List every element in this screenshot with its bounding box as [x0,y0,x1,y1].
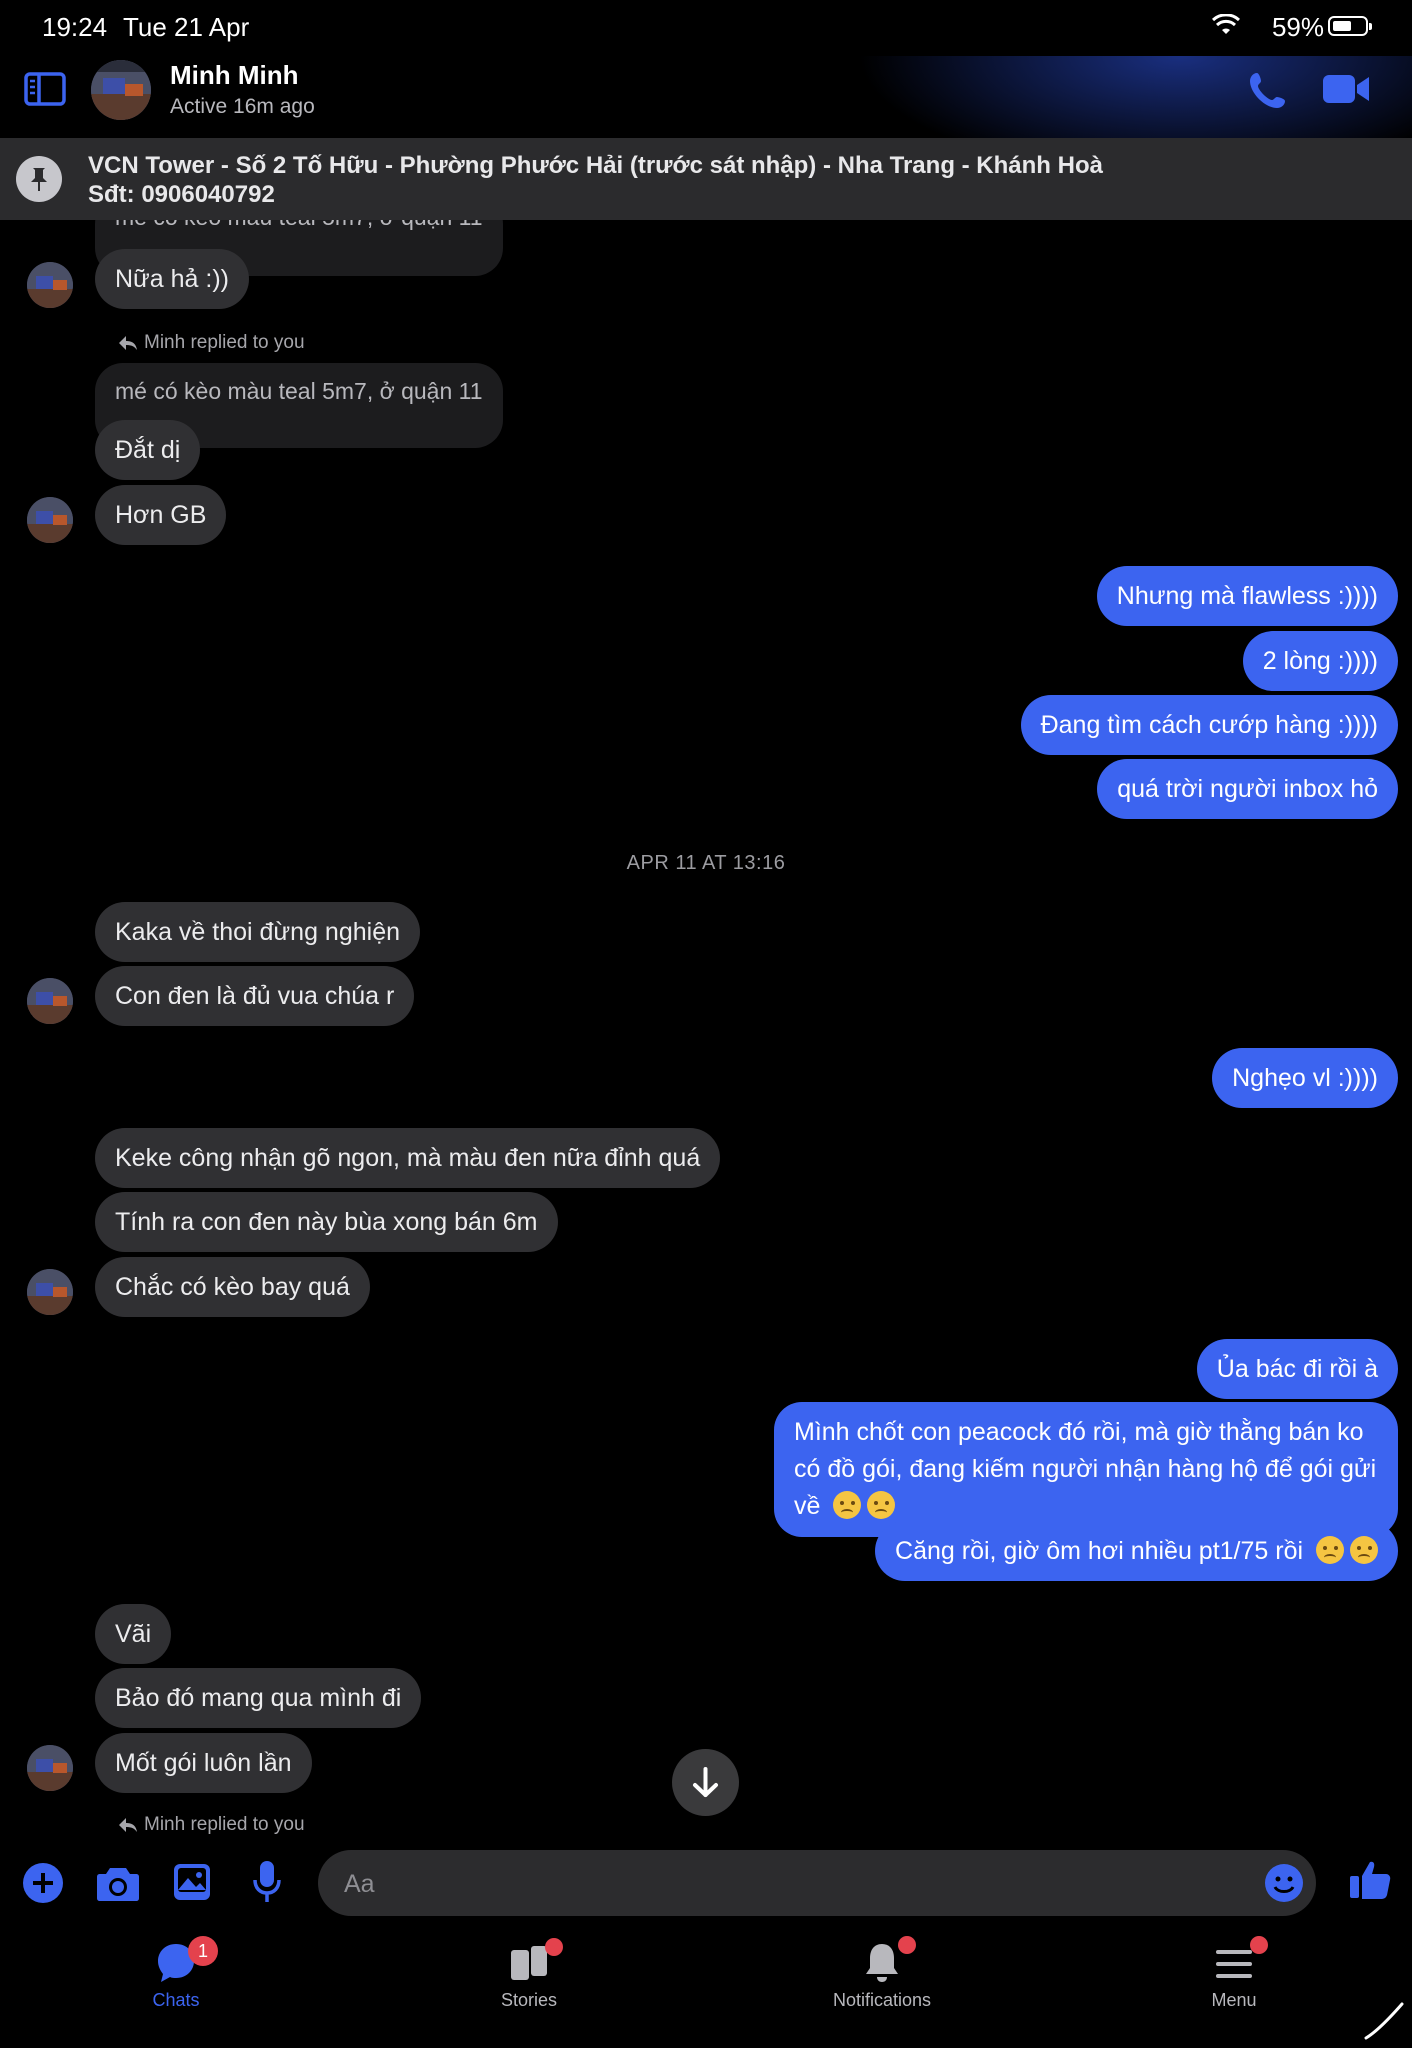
message-input-container [318,1850,1316,1918]
incoming-message[interactable]: Mốt gói luôn lần [95,1733,312,1793]
crying-emoji-icon [1350,1536,1378,1564]
battery-icon [1328,16,1372,36]
pencil-stroke-icon [1364,2002,1404,2040]
reply-indicator: Minh replied to you [118,332,305,354]
wifi-icon [1212,14,1240,34]
arrow-down-icon [693,1767,718,1797]
contact-name[interactable]: Minh Minh [170,60,299,91]
status-time: 19:24 [42,12,108,42]
chats-unread-badge: 1 [188,1936,218,1966]
bottom-tab-bar: 1 Chats Stories Notifications Menu [0,1928,1412,2048]
incoming-message[interactable]: Nữa hả :)) [95,249,249,309]
pin-icon [16,156,62,202]
pinned-message-banner[interactable]: VCN Tower - Số 2 Tố Hữu - Phường Phước H… [0,138,1412,220]
incoming-message[interactable]: Tính ra con đen này bùa xong bán 6m [95,1192,558,1252]
outgoing-message[interactable]: 2 lòng :)))) [1242,631,1398,691]
emoji-icon[interactable] [1264,1863,1304,1903]
thumbs-up-icon[interactable] [1348,1858,1392,1902]
outgoing-message[interactable]: Đang tìm cách cướp hàng :)))) [1020,695,1398,755]
message-composer [0,1836,1412,1928]
microphone-icon[interactable] [252,1860,282,1904]
outgoing-message[interactable]: Căng rồi, giờ ôm hơi nhiều pt1/75 rồi [875,1521,1398,1581]
incoming-message[interactable]: Vãi [95,1604,172,1664]
tab-label: Notifications [832,1990,932,2010]
plus-icon[interactable] [22,1862,64,1904]
crying-emoji-icon [1316,1536,1344,1564]
contact-active-status: Active 16m ago [170,95,315,118]
reply-icon [119,336,137,350]
tab-label: Menu [1211,1990,1257,2010]
image-gallery-icon[interactable] [172,1862,212,1902]
incoming-message[interactable]: Chắc có kèo bay quá [95,1257,370,1317]
incoming-message[interactable]: Bảo đó mang qua mình đi [95,1668,422,1728]
phone-icon[interactable] [1248,70,1288,110]
reply-indicator: Minh replied to you [118,1814,305,1836]
menu-badge [1250,1936,1268,1954]
outgoing-message[interactable]: Ủa bác đi rồi à [1196,1339,1398,1399]
pinned-text-phone: Sđt: 0906040792 [88,181,275,208]
contact-avatar-small [27,978,73,1024]
contact-avatar-small [27,1269,73,1315]
stories-badge [545,1938,563,1956]
outgoing-message[interactable]: quá trời người inbox hỏ [1097,759,1398,819]
bell-icon [866,1944,898,1982]
contact-avatar-small [27,1745,73,1791]
incoming-message[interactable]: Kaka về thoi đừng nghiện [95,902,420,962]
outgoing-message[interactable]: Nhưng mà flawless :)))) [1096,566,1398,626]
incoming-message[interactable]: Keke công nhận gõ ngon, mà màu đen nữa đ… [95,1128,721,1188]
tab-label: Chats [152,1990,200,2010]
incoming-message[interactable]: Con đen là đủ vua chúa r [95,966,415,1026]
outgoing-message[interactable]: Nghẹo vl :)))) [1212,1048,1398,1108]
status-date: Tue 21 Apr [123,12,250,42]
reply-icon [119,1818,137,1832]
outgoing-message[interactable]: Mình chốt con peacock đó rồi, mà giờ thằ… [774,1402,1398,1537]
contact-avatar-small [27,497,73,543]
status-bar: 19:24 Tue 21 Apr 59% [0,0,1412,56]
hamburger-menu-icon [1216,1950,1252,1978]
contact-avatar[interactable] [91,60,151,120]
tab-label: Stories [500,1990,558,2010]
sidebar-toggle-icon[interactable] [24,72,66,106]
conversation-header: Minh Minh Active 16m ago [0,56,1412,138]
crying-emoji-icon [833,1491,862,1519]
notifications-badge [898,1936,916,1954]
contact-avatar-small [27,262,73,308]
video-call-icon[interactable] [1322,72,1370,106]
incoming-message[interactable]: Hơn GB [95,485,227,545]
message-input[interactable] [342,1850,1246,1918]
message-timestamp: APR 11 AT 13:16 [626,852,786,874]
camera-icon[interactable] [96,1864,140,1902]
pinned-text-address: VCN Tower - Số 2 Tố Hữu - Phường Phước H… [88,152,1103,179]
scroll-to-bottom-button[interactable] [672,1749,739,1816]
stories-icon [511,1946,547,1980]
incoming-message[interactable]: Đắt dị [95,420,201,480]
battery-percent: 59% [1271,12,1324,42]
crying-emoji-icon [867,1491,896,1519]
